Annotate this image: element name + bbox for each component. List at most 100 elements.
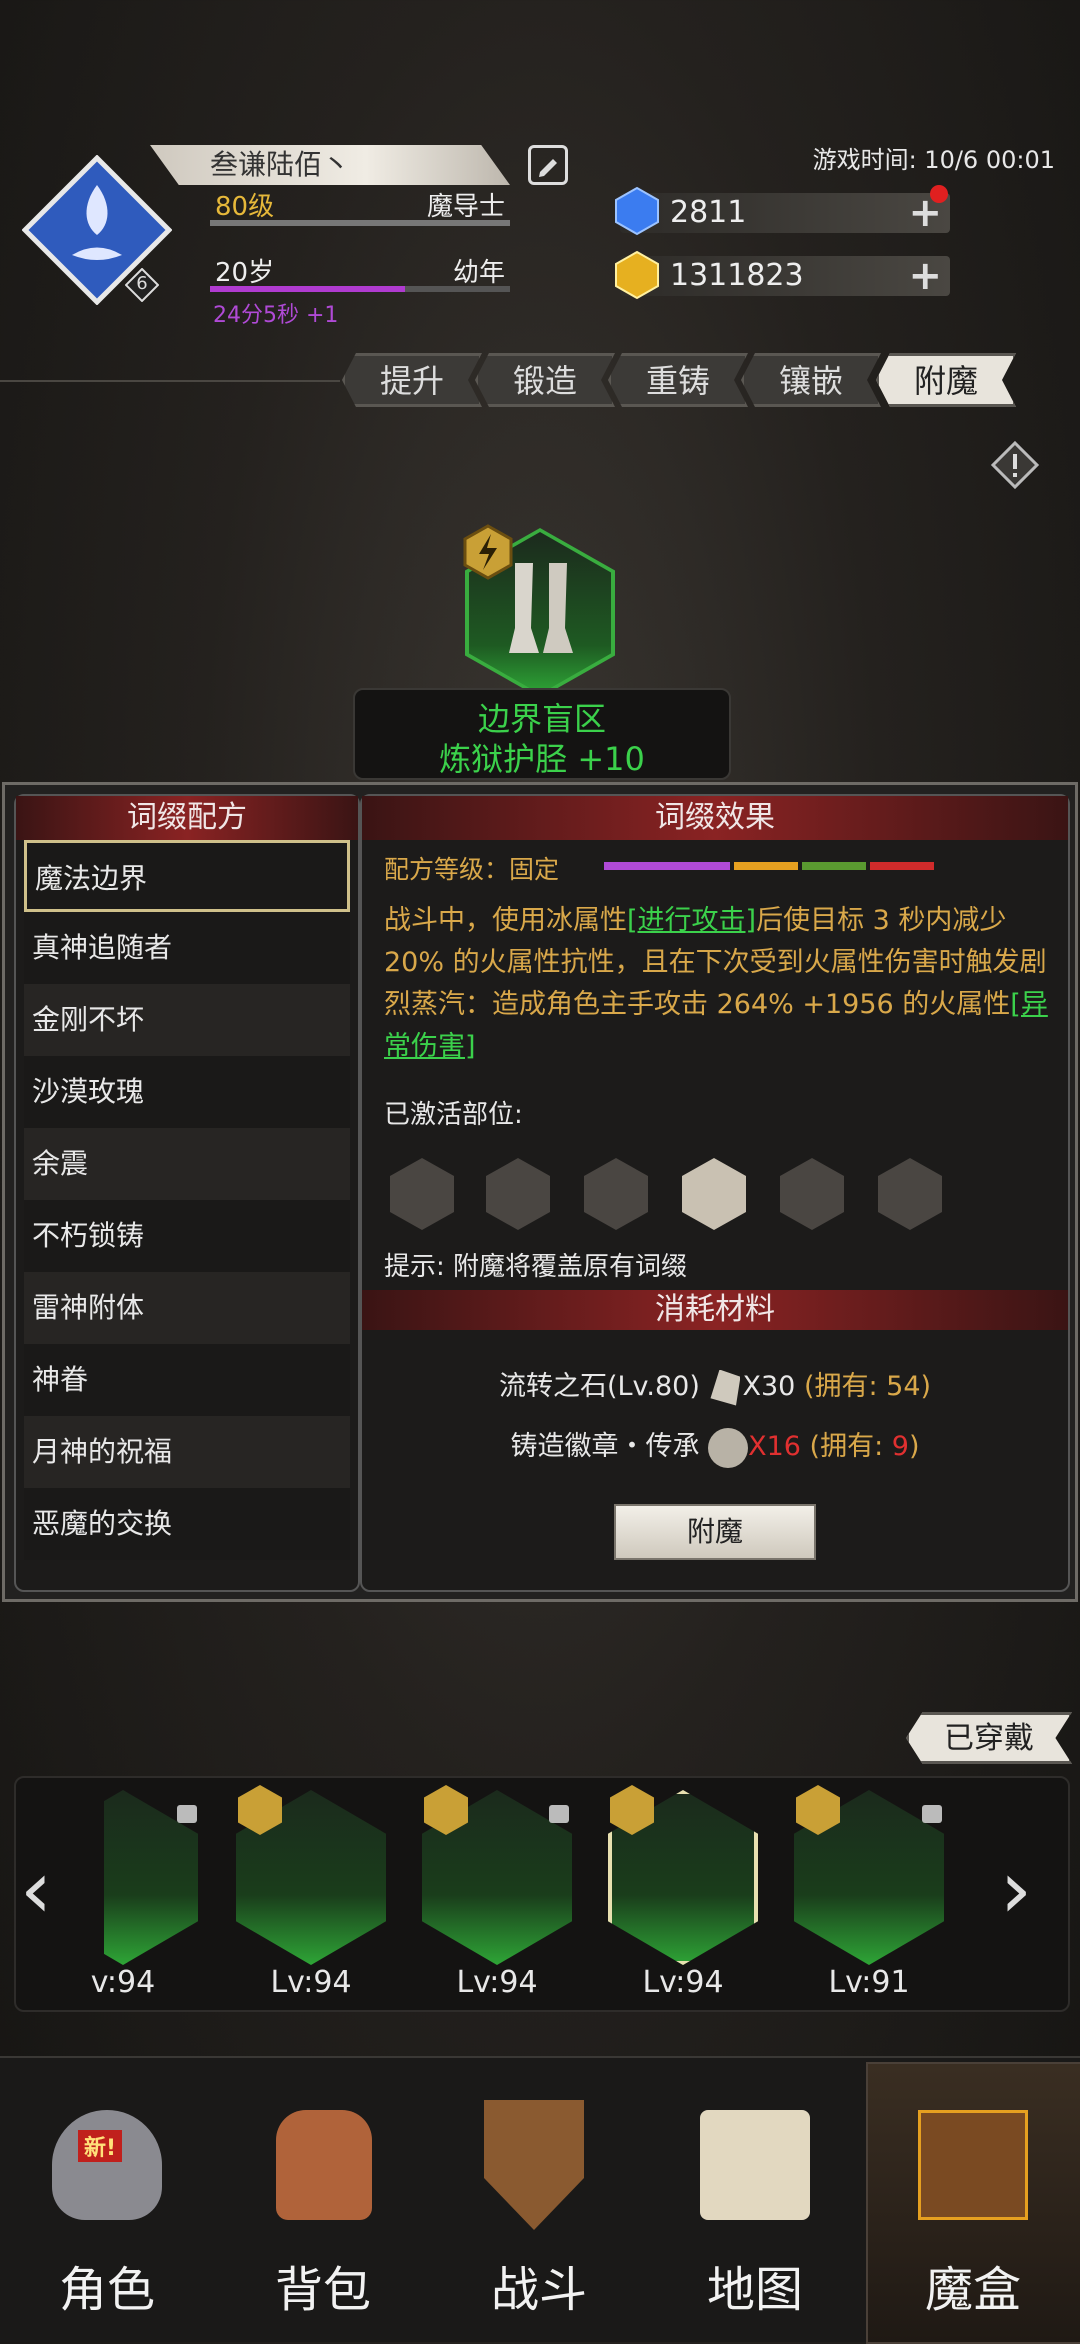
gold-amount: 1311823 (670, 258, 804, 293)
recipe-item[interactable]: 真神追随者 (24, 912, 350, 984)
item-caption: 边界盲区 炼狱护胫 +10 (353, 688, 731, 780)
recipe-item[interactable]: 余震 (24, 1128, 350, 1200)
tab-forge[interactable]: 锻造 (475, 353, 615, 407)
material-name: 铸造徽章・传承 (510, 1431, 700, 1462)
effect-title: 词缀效果 (362, 796, 1068, 840)
lock-icon (549, 1805, 569, 1823)
recipe-item[interactable]: 魔法边界 (24, 840, 350, 912)
gold-icon (615, 250, 659, 300)
lock-icon (922, 1805, 942, 1823)
grade-bar (604, 862, 935, 870)
rank-number: 6 (136, 273, 148, 294)
material-owned: (拥有: 54) (803, 1371, 932, 1402)
enchant-button[interactable]: 附魔 (614, 1504, 816, 1560)
equipment-level: Lv:94 (270, 1965, 352, 2000)
equipment-level: Lv:94 (642, 1965, 724, 2000)
materials-title: 消耗材料 (362, 1290, 1068, 1330)
gem-icon (615, 186, 659, 236)
material-row-2: 铸造徽章・传承 X16 (拥有: 9) (362, 1424, 1068, 1468)
tab-reforge[interactable]: 重铸 (608, 353, 748, 407)
helmet-icon (52, 2110, 162, 2220)
player-name: 叁谦陆佰丶 (150, 145, 510, 185)
nav-label: 角色 (58, 2262, 155, 2318)
ring-slot-icon (780, 1158, 844, 1230)
activated-label: 已激活部位: (384, 1100, 523, 1130)
greaves-slot-icon (682, 1158, 746, 1230)
material-owned-count: 9 (891, 1431, 909, 1462)
equipment-level: v:94 (90, 1965, 156, 2000)
game-time: 游戏时间: 10/6 00:01 (812, 146, 1055, 174)
age-timer: 24分5秒 +1 (213, 303, 339, 328)
warning-icon[interactable] (990, 440, 1040, 490)
gloves-slot-icon (584, 1158, 648, 1230)
new-badge: 新! (78, 2130, 123, 2162)
nav-label: 魔盒 (924, 2262, 1021, 2318)
edit-name-button[interactable] (528, 145, 568, 185)
belt-slot-icon (878, 1158, 942, 1230)
recipe-panel: 词缀配方 魔法边界 真神追随者 金刚不坏 沙漠玫瑰 余震 不朽锁铸 雷神附体 神… (14, 794, 360, 1592)
lock-icon (177, 1805, 197, 1823)
scroll-map-icon (700, 2110, 810, 2220)
player-age: 20岁 (215, 258, 275, 288)
flowstone-icon (710, 1369, 741, 1406)
material-owned-close: ) (908, 1431, 920, 1462)
nav-label: 背包 (274, 2262, 371, 2318)
enchant-hint: 提示: 附魔将覆盖原有词缀 (384, 1252, 688, 1282)
notification-dot (930, 185, 948, 203)
armor-slot-icon (486, 1158, 550, 1230)
badge-icon (708, 1427, 749, 1468)
nav-character[interactable]: 新! 角色 (2, 2070, 212, 2340)
next-arrow-icon[interactable]: › (1000, 1850, 1032, 1930)
item-name: 炼狱护胫 +10 (439, 740, 645, 778)
age-bar (210, 286, 510, 292)
prev-arrow-icon[interactable]: ‹ (20, 1850, 52, 1930)
nav-backpack[interactable]: 背包 (218, 2070, 428, 2340)
helmet-slot-icon (390, 1158, 454, 1230)
recipe-item[interactable]: 不朽锁铸 (24, 1200, 350, 1272)
gold-counter: 1311823 + (620, 256, 950, 296)
player-class: 魔导士 (426, 192, 505, 222)
tab-enchant[interactable]: 附魔 (876, 353, 1016, 407)
tab-inlay[interactable]: 镶嵌 (741, 353, 881, 407)
tab-upgrade[interactable]: 提升 (342, 353, 482, 407)
gem-counter: 2811 + (620, 185, 950, 233)
slot-row (390, 1158, 1030, 1230)
recipe-title: 词缀配方 (16, 796, 358, 840)
equipped-label[interactable]: 已穿戴 (906, 1712, 1072, 1764)
recipe-item[interactable]: 神眷 (24, 1344, 350, 1416)
enchant-badge-icon (463, 524, 513, 580)
nav-label: 战斗 (490, 2262, 587, 2318)
recipe-grade: 配方等级：固定 (384, 855, 560, 884)
add-gold-button[interactable]: + (908, 256, 942, 296)
age-row: 20岁 幼年 (210, 252, 510, 292)
material-qty: X30 (742, 1371, 796, 1402)
gem-amount: 2811 (670, 195, 747, 230)
shield-sword-icon (484, 2100, 584, 2230)
recipe-item[interactable]: 恶魔的交换 (24, 1488, 350, 1560)
nav-battle[interactable]: 战斗 (434, 2070, 644, 2340)
nav-magic-box[interactable]: 魔盒 (868, 2070, 1078, 2340)
divider (0, 380, 340, 382)
effect-description: 战斗中，使用冰属性[进行攻击]后使目标 3 秒内减少 20% 的火属性抗性，且在… (384, 900, 1052, 1068)
age-stage: 幼年 (452, 258, 505, 288)
recipe-item[interactable]: 雷神附体 (24, 1272, 350, 1344)
recipe-item[interactable]: 月神的祝福 (24, 1416, 350, 1488)
material-owned-label: (拥有: (809, 1431, 892, 1462)
effect-panel: 词缀效果 配方等级：固定 战斗中，使用冰属性[进行攻击]后使目标 3 秒内减少 … (360, 794, 1070, 1592)
nav-label: 地图 (706, 2262, 803, 2318)
material-qty: X16 (748, 1431, 801, 1462)
recipe-item[interactable]: 金刚不坏 (24, 984, 350, 1056)
equipment-level: Lv:94 (456, 1965, 538, 2000)
magic-cube-icon (918, 2110, 1028, 2220)
backpack-icon (276, 2110, 372, 2220)
equipment-level: Lv:91 (828, 1965, 910, 2000)
level-bar (210, 220, 510, 226)
attack-link[interactable]: [进行攻击] (627, 905, 756, 936)
recipe-list: 魔法边界 真神追随者 金刚不坏 沙漠玫瑰 余震 不朽锁铸 雷神附体 神眷 月神的… (16, 840, 358, 1560)
effect-text-1: 战斗中，使用冰属性 (384, 905, 627, 936)
level-row: 80级 魔导士 (210, 186, 510, 226)
player-level: 80级 (215, 192, 275, 222)
recipe-item[interactable]: 沙漠玫瑰 (24, 1056, 350, 1128)
nav-map[interactable]: 地图 (650, 2070, 860, 2340)
material-name: 流转之石(Lv.80) (498, 1371, 700, 1402)
